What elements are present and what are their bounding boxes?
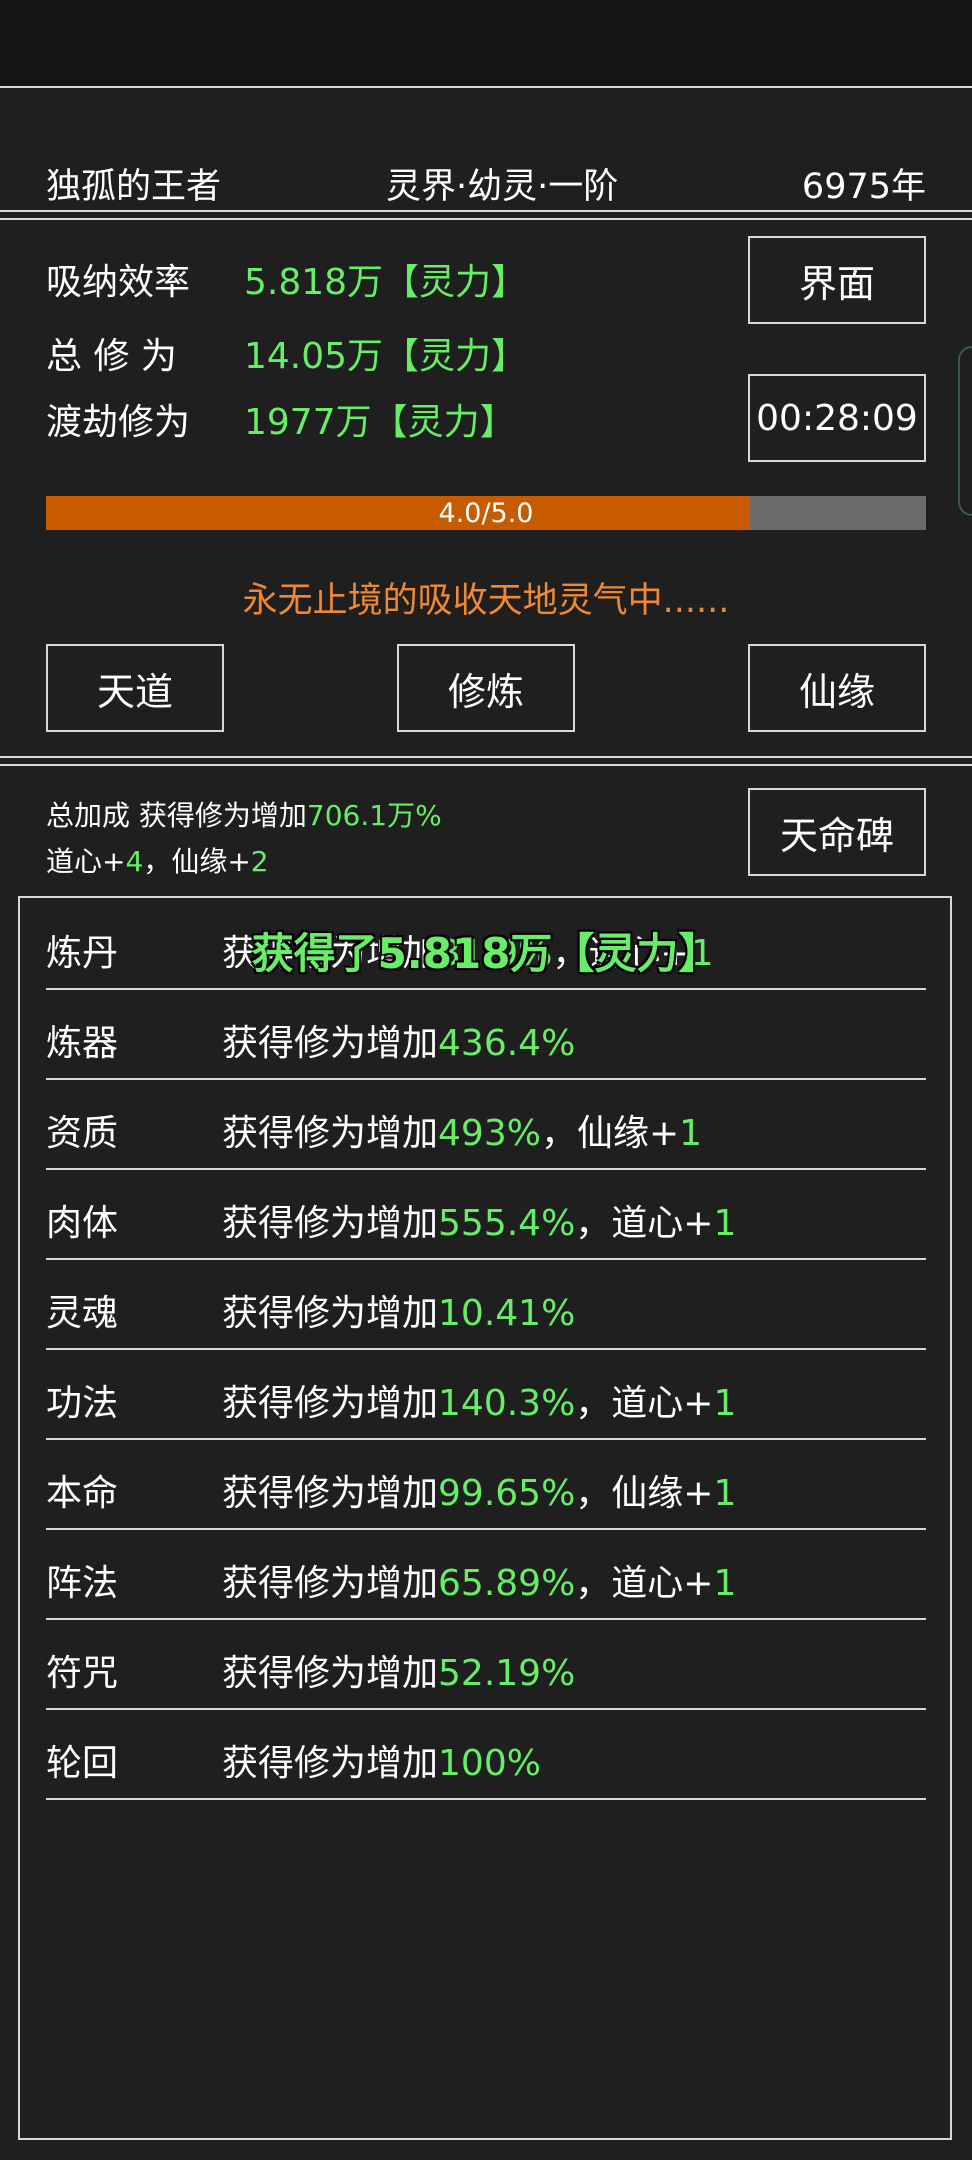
interface-button[interactable]: 界面 — [748, 236, 926, 324]
years-label: 6975年 — [801, 167, 926, 207]
xiulian-button[interactable]: 修炼 — [397, 644, 575, 732]
bonus-percent: 52.19% — [438, 1653, 576, 1694]
list-item-value: 获得修为增加100% — [222, 1734, 541, 1786]
list-item: 肉体 获得修为增加555.4%，道心+1 — [46, 1172, 926, 1260]
bonus-extra-label: ，道心+ — [575, 1563, 714, 1604]
bonus-percent: 140.3% — [438, 1383, 576, 1424]
bonus-prefix: 获得修为增加 — [222, 1743, 439, 1784]
stat-value: 14.05万【灵力】 — [244, 336, 528, 377]
list-item-key: 本命 — [46, 1473, 119, 1514]
bonus-prefix: 获得修为增加 — [222, 1563, 439, 1604]
stat-label: 吸纳效率 — [46, 262, 191, 303]
total-bonus-value: 706.1万% — [306, 799, 442, 832]
xianyuan-value: 2 — [250, 845, 269, 878]
list-item-value: 获得修为增加99.65%，仙缘+1 — [222, 1464, 736, 1516]
list-item: 轮回 获得修为增加100% — [46, 1712, 926, 1800]
list-item-key: 炼器 — [46, 1023, 119, 1064]
list-item-key: 灵魂 — [46, 1293, 119, 1334]
side-handle[interactable] — [958, 346, 972, 516]
bonus-extra-label: ，道心+ — [575, 1203, 714, 1244]
bonus-extra-value: 1 — [713, 1203, 737, 1244]
status-bar — [0, 0, 972, 86]
list-item-key: 符咒 — [46, 1653, 119, 1694]
stat-value: 1977万【灵力】 — [244, 402, 516, 443]
daoxin-xianyuan-line: 道心+4，仙缘+2 — [46, 840, 269, 880]
bonus-percent: 99.65% — [438, 1473, 576, 1514]
bonus-prefix: 获得修为增加 — [222, 1023, 439, 1064]
stat-label: 总 修 为 — [46, 336, 177, 377]
list-item-key: 肉体 — [46, 1203, 119, 1244]
bonus-extra-label: ，仙缘+ — [575, 1473, 714, 1514]
bonus-percent: 100% — [438, 1743, 541, 1784]
bonus-list: 炼丹 获得修为增加31.9%，道心+1 炼器 获得修为增加436.4% 资质 获得修为增加… — [18, 896, 952, 2140]
list-item: 炼器 获得修为增加436.4% — [46, 992, 926, 1080]
realm-label: 灵界·幼灵·一阶 — [386, 167, 619, 207]
list-item-value: 获得修为增加493%，仙缘+1 — [222, 1104, 702, 1156]
list-item-value: 获得修为增加10.41% — [222, 1284, 575, 1336]
list-item-key: 阵法 — [46, 1563, 119, 1604]
bonus-percent: 65.89% — [438, 1563, 576, 1604]
bonus-extra-value: 1 — [713, 1563, 737, 1604]
total-bonus-label: 总加成 获得修为增加 — [46, 799, 307, 832]
status-text: 永无止境的吸收天地灵气中...... — [242, 581, 730, 621]
bonus-percent: 493% — [438, 1113, 541, 1154]
list-item: 灵魂 获得修为增加10.41% — [46, 1262, 926, 1350]
bonus-extra-label: ，仙缘+ — [540, 1113, 680, 1154]
list-item-value: 获得修为增加52.19% — [222, 1644, 575, 1696]
list-item-value: 获得修为增加436.4% — [222, 1014, 575, 1066]
xianyuan-label: 仙缘+ — [171, 845, 251, 878]
list-item: 本命 获得修为增加99.65%，仙缘+1 — [46, 1442, 926, 1530]
bonus-percent: 555.4% — [438, 1203, 576, 1244]
bonus-prefix: 获得修为增加 — [222, 1203, 439, 1244]
list-item-key: 资质 — [46, 1113, 119, 1154]
list-item-key: 轮回 — [46, 1743, 119, 1784]
bonus-extra-value: 1 — [713, 1383, 737, 1424]
stat-label: 渡劫修为 — [46, 402, 191, 443]
stat-total-cultivation: 总 修 为 14.05万【灵力】 — [46, 328, 527, 378]
bonus-prefix: 获得修为增加 — [222, 1383, 439, 1424]
bonus-extra-value: 1 — [713, 1473, 737, 1514]
timer-button[interactable]: 00:28:09 — [748, 374, 926, 462]
divider — [0, 218, 972, 220]
daoxin-label: 道心+ — [46, 845, 126, 878]
bonus-extra-label: ，道心+ — [575, 1383, 714, 1424]
divider — [0, 764, 972, 766]
xianyuan-button[interactable]: 仙缘 — [748, 644, 926, 732]
progress-text: 4.0/5.0 — [438, 497, 534, 529]
list-item-value: 获得修为增加555.4%，道心+1 — [222, 1194, 736, 1246]
bonus-prefix: 获得修为增加 — [222, 1473, 439, 1514]
header: 独孤的王者 灵界·幼灵·一阶 6975年 — [0, 88, 972, 210]
player-name: 独孤的王者 — [46, 167, 222, 207]
list-item: 符咒 获得修为增加52.19% — [46, 1622, 926, 1710]
tianmingbei-button[interactable]: 天命碑 — [748, 788, 926, 876]
list-item: 阵法 获得修为增加65.89%，道心+1 — [46, 1532, 926, 1620]
separator: ， — [143, 845, 172, 878]
daoxin-value: 4 — [125, 845, 144, 878]
tiandao-button[interactable]: 天道 — [46, 644, 224, 732]
total-bonus-line: 总加成 获得修为增加706.1万% — [46, 794, 442, 834]
divider — [0, 756, 972, 758]
bonus-prefix: 获得修为增加 — [222, 1293, 439, 1334]
list-item-value: 获得修为增加65.89%，道心+1 — [222, 1554, 736, 1606]
bonus-prefix: 获得修为增加 — [222, 1653, 439, 1694]
bonus-extra-value: 1 — [679, 1113, 703, 1154]
divider — [0, 210, 972, 212]
stat-absorb-rate: 吸纳效率 5.818万【灵力】 — [46, 254, 527, 304]
bonus-percent: 10.41% — [438, 1293, 576, 1334]
cultivation-progress-bar: 4.0/5.0 — [46, 496, 926, 530]
bonus-percent: 436.4% — [438, 1023, 576, 1064]
stat-tribulation: 渡劫修为 1977万【灵力】 — [46, 394, 516, 444]
stat-value: 5.818万【灵力】 — [244, 262, 528, 303]
list-item: 资质 获得修为增加493%，仙缘+1 — [46, 1082, 926, 1170]
gain-toast: 获得了5.818万【灵力】 — [251, 929, 721, 978]
list-item-key: 功法 — [46, 1383, 119, 1424]
list-item: 功法 获得修为增加140.3%，道心+1 — [46, 1352, 926, 1440]
bonus-prefix: 获得修为增加 — [222, 1113, 439, 1154]
list-item-value: 获得修为增加140.3%，道心+1 — [222, 1374, 736, 1426]
